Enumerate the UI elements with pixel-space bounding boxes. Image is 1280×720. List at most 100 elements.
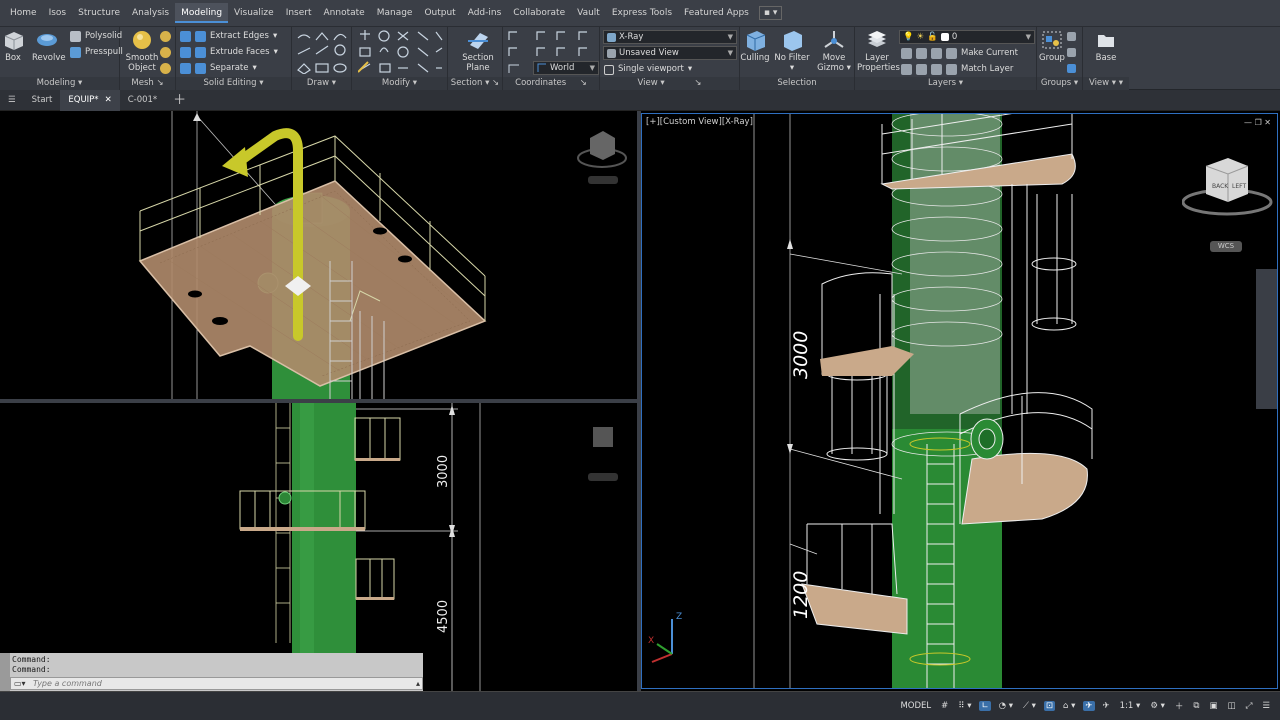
close-icon[interactable]: ✕ bbox=[105, 90, 112, 111]
culling-button[interactable]: Culling bbox=[740, 29, 770, 63]
panel-title-layers[interactable]: Layers ▾ bbox=[855, 77, 1036, 90]
separate-button[interactable]: Separate ▾ bbox=[180, 61, 257, 76]
menu-add-ins[interactable]: Add-ins bbox=[462, 3, 508, 23]
annotation-visibility-icon[interactable]: ✈ bbox=[1083, 701, 1095, 711]
viewcube-right[interactable]: BACK LEFT bbox=[1182, 154, 1274, 224]
units-icon[interactable]: ⧉ bbox=[1191, 701, 1201, 711]
group-button[interactable]: Group bbox=[1039, 29, 1065, 63]
group-tool-3[interactable] bbox=[1067, 61, 1076, 76]
panel-title-mesh[interactable]: Mesh ↘ bbox=[120, 77, 175, 90]
workspace-gear-icon[interactable]: ⚙ ▾ bbox=[1148, 701, 1167, 711]
tab-equip[interactable]: EQUIP* ✕ bbox=[60, 89, 120, 111]
menu-analysis[interactable]: Analysis bbox=[126, 3, 175, 23]
viewcube-back-face[interactable]: BACK bbox=[1212, 183, 1229, 190]
menu-icon: ☰ bbox=[8, 94, 16, 105]
presspull-button[interactable]: Presspull bbox=[70, 45, 123, 60]
visual-style-combo[interactable]: X-Ray ▼ bbox=[603, 30, 737, 44]
viewport-config-button[interactable]: Single viewport ▾ bbox=[604, 62, 692, 77]
group-edit-icon bbox=[1067, 48, 1076, 57]
fullscreen-icon[interactable]: ⤢ bbox=[1244, 701, 1255, 711]
panel-title-modeling[interactable]: Modeling ▾ bbox=[0, 77, 119, 90]
annotation-monitor-icon[interactable]: ＋ bbox=[1173, 700, 1186, 712]
isodraft-icon[interactable]: ⟋ ▾ bbox=[1021, 701, 1038, 711]
viewport-label[interactable]: [+][Custom View][X-Ray] bbox=[646, 117, 753, 127]
selection-cycling-icon[interactable]: ⌂ ▾ bbox=[1061, 701, 1077, 711]
panel-title-coordinates[interactable]: Coordinates ↘ bbox=[503, 77, 599, 90]
base-button[interactable]: Base bbox=[1091, 29, 1121, 63]
viewcube-bottom-left[interactable] bbox=[585, 423, 625, 483]
panel-title-section[interactable]: Section ▾ ↘ bbox=[448, 77, 502, 90]
smooth-object-button[interactable]: Smooth Object bbox=[124, 29, 160, 73]
viewcube-top-left[interactable] bbox=[575, 126, 630, 191]
menu-featured-apps[interactable]: Featured Apps bbox=[678, 3, 755, 23]
viewport-top-left[interactable] bbox=[0, 111, 637, 399]
ucs-tools-icons[interactable] bbox=[507, 30, 599, 58]
command-input[interactable]: Type a command bbox=[10, 677, 423, 690]
auto-scale-icon[interactable]: ✈ bbox=[1101, 701, 1112, 711]
grid-icon[interactable]: # bbox=[939, 701, 950, 711]
group-tool-1[interactable] bbox=[1067, 29, 1076, 44]
tab-c-001[interactable]: C-001* bbox=[120, 90, 165, 111]
ribbon-minimize-button[interactable]: ▪ ▾ bbox=[758, 6, 783, 20]
menu-structure[interactable]: Structure bbox=[72, 3, 126, 23]
tab-start[interactable]: Start bbox=[24, 90, 61, 111]
isolate-objects-icon[interactable]: ◫ bbox=[1226, 701, 1238, 711]
command-line-grip[interactable] bbox=[0, 653, 10, 691]
menu-express-tools[interactable]: Express Tools bbox=[606, 3, 678, 23]
command-history-toggle-icon[interactable]: ▴ bbox=[416, 679, 420, 688]
section-plane-button[interactable]: Section Plane bbox=[458, 29, 498, 73]
layer-combo[interactable]: 💡 ☀ 🔓 0 ▼ bbox=[899, 30, 1035, 44]
group-tool-2[interactable] bbox=[1067, 45, 1076, 60]
polar-icon[interactable]: ◔ ▾ bbox=[997, 701, 1015, 711]
annotation-scale-icon[interactable]: 1:1 ▾ bbox=[1118, 701, 1143, 711]
customize-icon[interactable]: ☰ bbox=[1260, 701, 1272, 711]
menu-manage[interactable]: Manage bbox=[371, 3, 419, 23]
menu-annotate[interactable]: Annotate bbox=[318, 3, 371, 23]
panel-title-modify[interactable]: Modify ▾ bbox=[352, 77, 447, 90]
menu-home[interactable]: Home bbox=[4, 3, 43, 23]
menu-collaborate[interactable]: Collaborate bbox=[507, 3, 571, 23]
menu-visualize[interactable]: Visualize bbox=[228, 3, 280, 23]
panel-title-draw[interactable]: Draw ▾ bbox=[292, 77, 351, 90]
model-space-button[interactable]: MODEL bbox=[898, 701, 933, 711]
snap-icon[interactable]: ⠿ ▾ bbox=[956, 701, 973, 711]
new-tab-button[interactable]: ＋ bbox=[165, 90, 194, 111]
mesh-tool-2[interactable] bbox=[160, 45, 171, 60]
match-layer-button[interactable]: Match Layer bbox=[901, 62, 1013, 77]
make-current-button[interactable]: Make Current bbox=[901, 46, 1018, 61]
move-gizmo-button[interactable]: Move Gizmo ▾ bbox=[816, 29, 852, 73]
extrude-faces-button[interactable]: Extrude Faces ▾ bbox=[180, 45, 278, 60]
mesh-tool-1[interactable] bbox=[160, 29, 171, 44]
layer-properties-button[interactable]: Layer Properties bbox=[857, 29, 900, 73]
mesh-tool-3[interactable] bbox=[160, 61, 171, 76]
command-prompt-icon[interactable]: ▭▾ bbox=[14, 679, 26, 688]
box-button[interactable]: Box bbox=[2, 29, 24, 63]
hamburger-menu-button[interactable]: ☰ bbox=[0, 90, 24, 111]
revolve-button[interactable]: Revolve bbox=[32, 29, 66, 63]
menu-vault[interactable]: Vault bbox=[571, 3, 606, 23]
wcs-menu-button[interactable]: WCS bbox=[1210, 241, 1242, 252]
osnap-icon[interactable]: ⊡ bbox=[1043, 701, 1056, 711]
draw-tools-icons[interactable] bbox=[296, 30, 350, 74]
viewport-window-controls[interactable]: — ❐ ✕ bbox=[1244, 118, 1271, 127]
ucs-combo[interactable]: World ▼ bbox=[533, 61, 599, 75]
menu-isos[interactable]: Isos bbox=[43, 3, 73, 23]
menu-output[interactable]: Output bbox=[418, 3, 461, 23]
menu-insert[interactable]: Insert bbox=[280, 3, 318, 23]
panel-title-groups[interactable]: Groups ▾ bbox=[1037, 77, 1082, 90]
viewcube-left-face[interactable]: LEFT bbox=[1232, 183, 1246, 190]
panel-title-view[interactable]: View ▾ ↘ bbox=[600, 77, 739, 90]
viewport-right-active[interactable]: [+][Custom View][X-Ray] — ❐ ✕ 3000 1200 … bbox=[641, 113, 1278, 689]
panel-title-solid-editing[interactable]: Solid Editing ▾ bbox=[176, 77, 291, 90]
modify-tools-icons[interactable] bbox=[358, 30, 444, 74]
polysolid-button[interactable]: Polysolid bbox=[70, 29, 122, 44]
quick-properties-icon[interactable]: ▣ bbox=[1208, 701, 1220, 711]
named-view-combo[interactable]: Unsaved View ▼ bbox=[603, 46, 737, 60]
panel-title-view-base[interactable]: View ▾ ▾ bbox=[1083, 77, 1129, 90]
no-filter-button[interactable]: No Filter ▾ bbox=[774, 29, 810, 73]
extract-edges-button[interactable]: Extract Edges ▾ bbox=[180, 29, 277, 44]
viewport-bottom-left[interactable]: 3000 4500 bbox=[0, 403, 637, 691]
menu-modeling[interactable]: Modeling bbox=[175, 3, 229, 23]
ucs-icon-button[interactable] bbox=[507, 61, 521, 76]
ortho-icon[interactable]: ∟ bbox=[979, 701, 991, 711]
